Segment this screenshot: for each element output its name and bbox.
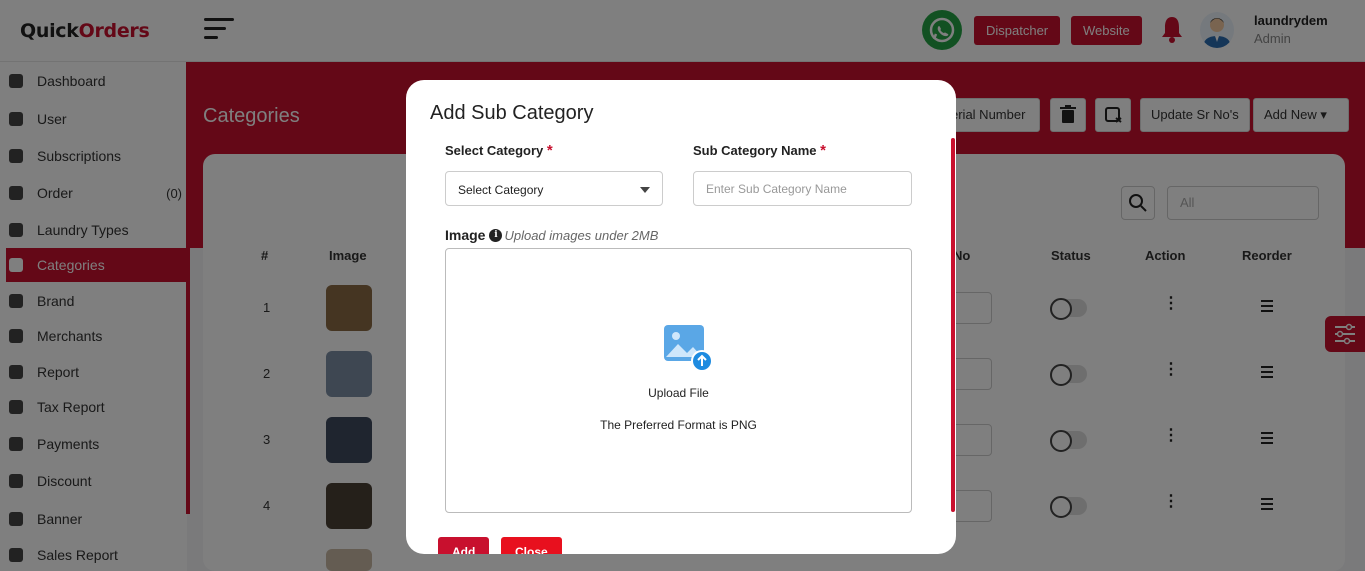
sub-category-name-label-text: Sub Category Name: [693, 143, 817, 158]
add-button[interactable]: Add: [438, 537, 490, 554]
sub-category-name-input[interactable]: [693, 171, 912, 206]
select-category-label-text: Select Category: [445, 143, 544, 158]
close-button[interactable]: Close: [501, 537, 562, 554]
modal-title: Add Sub Category: [430, 102, 594, 124]
sub-category-name-label: Sub Category Name *: [693, 142, 826, 159]
category-select-value: Select Category: [458, 183, 544, 197]
preferred-format-text: The Preferred Format is PNG: [600, 418, 757, 432]
image-label-text: Image: [445, 227, 486, 243]
image-label: Image i Upload images under 2MB: [445, 227, 658, 243]
select-category-label: Select Category *: [445, 142, 553, 159]
image-dropzone[interactable]: Upload File The Preferred Format is PNG: [445, 248, 912, 513]
modal-scrollbar[interactable]: [951, 138, 955, 512]
required-marker: *: [546, 142, 553, 159]
category-select[interactable]: Select Category: [445, 171, 663, 206]
image-hint: Upload images under 2MB: [504, 227, 659, 243]
info-icon[interactable]: i: [489, 228, 503, 242]
upload-file-text: Upload File: [648, 386, 709, 400]
upload-image-icon: [664, 325, 713, 372]
chevron-down-icon: [640, 187, 650, 193]
required-marker: *: [820, 142, 827, 159]
add-sub-category-modal: Add Sub Category Select Category * Selec…: [406, 80, 956, 554]
